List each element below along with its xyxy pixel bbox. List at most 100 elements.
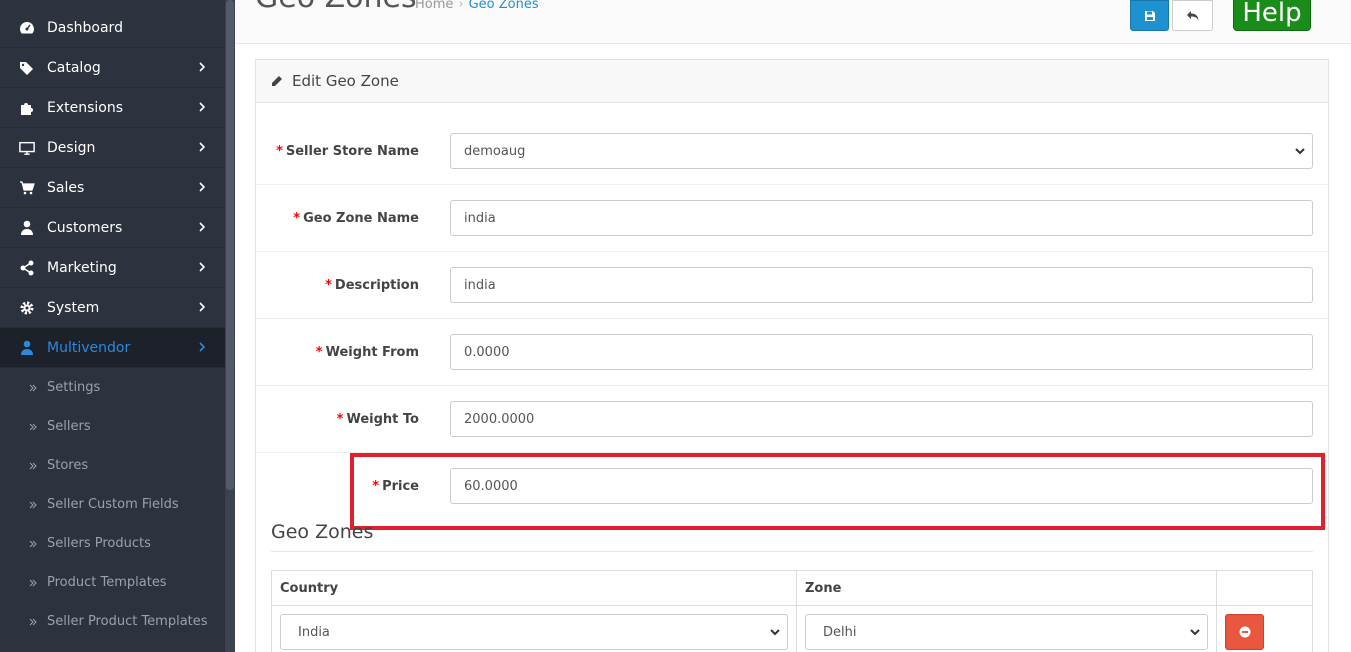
tags-icon	[19, 60, 35, 76]
field-label: Weight To	[346, 412, 419, 427]
weight-from-label: * Weight From	[316, 319, 419, 386]
double-chevron-icon	[29, 461, 37, 471]
sidebar-item-design[interactable]: Design	[0, 128, 225, 168]
back-button[interactable]	[1172, 0, 1213, 31]
remove-zone-button[interactable]	[1225, 614, 1264, 650]
sidebar-subitem-label: Settings	[47, 380, 101, 395]
column-header-zone: Zone	[797, 571, 1217, 605]
sidebar-item-sales[interactable]: Sales	[0, 168, 225, 208]
breadcrumb-geo-zones[interactable]: Geo Zones	[469, 0, 539, 12]
double-chevron-icon	[29, 578, 37, 588]
field-value: 0.0000	[464, 344, 510, 360]
help-button[interactable]: Help	[1233, 0, 1311, 31]
chevron-right-icon	[199, 142, 206, 152]
sidebar-item-label: Dashboard	[47, 19, 123, 36]
sidebar-subitem-seller-product-templates[interactable]: Seller Product Templates	[0, 602, 225, 641]
field-value: india	[464, 210, 496, 226]
required-marker: *	[276, 144, 283, 159]
description-label: * Description	[325, 252, 419, 319]
sidebar-item-label: Catalog	[47, 59, 101, 76]
table-row: India Delhi	[271, 606, 1313, 652]
cart-icon	[19, 180, 35, 196]
edit-geo-zone-panel: Edit Geo Zone * Seller Store Name demoaug…	[255, 59, 1329, 652]
sidebar-subitem-sellers-products[interactable]: Sellers Products	[0, 524, 225, 563]
required-marker: *	[336, 412, 344, 427]
sidebar-item-customers[interactable]: Customers	[0, 208, 225, 248]
chevron-down-icon	[1190, 629, 1200, 636]
sidebar-subitem-label: Product Templates	[47, 575, 167, 590]
chevron-right-icon	[199, 262, 206, 272]
sidebar-item-label: Sales	[47, 179, 85, 196]
sidebar-scrollbar-thumb[interactable]	[226, 0, 234, 490]
sidebar: Dashboard Catalog Extensions Design Sale…	[0, 0, 235, 652]
field-label: Geo Zone Name	[303, 211, 419, 226]
sidebar-item-label: Marketing	[47, 259, 117, 276]
user-icon	[19, 220, 35, 236]
required-marker: *	[315, 345, 323, 360]
chevron-right-icon	[199, 222, 206, 232]
sidebar-subitem-seller-custom-fields[interactable]: Seller Custom Fields	[0, 485, 225, 524]
description-input[interactable]: india	[450, 267, 1313, 303]
sidebar-subitem-sellers[interactable]: Sellers	[0, 407, 225, 446]
save-icon	[1144, 10, 1155, 21]
reply-icon	[1186, 10, 1198, 20]
sidebar-item-catalog[interactable]: Catalog	[0, 48, 225, 88]
user-icon	[19, 340, 35, 356]
highlight-annotation-box	[350, 453, 1325, 530]
weight-from-input[interactable]: 0.0000	[450, 334, 1313, 370]
sidebar-subitem-label: Stores	[47, 458, 89, 473]
field-label: Description	[334, 278, 419, 293]
double-chevron-icon	[29, 383, 37, 393]
form-row-weight-from: * Weight From 0.0000	[256, 319, 1328, 386]
form-row-geo-zone-name: * Geo Zone Name india	[256, 185, 1328, 252]
seller-store-name-select[interactable]: demoaug	[450, 133, 1313, 169]
sidebar-subitem-label: Seller Custom Fields	[47, 497, 179, 512]
double-chevron-icon	[29, 539, 37, 549]
weight-to-label: * Weight To	[337, 386, 419, 453]
geo-zone-name-label: * Geo Zone Name	[293, 185, 419, 252]
gear-icon	[19, 300, 35, 316]
form-row-seller-store-name: * Seller Store Name demoaug	[256, 118, 1328, 185]
save-button[interactable]	[1130, 0, 1169, 31]
breadcrumb-separator: ›	[458, 0, 464, 12]
double-chevron-icon	[29, 422, 37, 432]
geo-zone-name-input[interactable]: india	[450, 200, 1313, 236]
sidebar-menu: Dashboard Catalog Extensions Design Sale…	[0, 8, 225, 641]
sidebar-item-extensions[interactable]: Extensions	[0, 88, 225, 128]
chevron-down-icon	[770, 629, 780, 636]
form-row-description: * Description india	[256, 252, 1328, 319]
zone-value: Delhi	[823, 624, 857, 640]
section-divider	[271, 551, 1313, 552]
field-value: india	[464, 277, 496, 293]
chevron-down-icon	[199, 342, 206, 352]
chevron-right-icon	[199, 102, 206, 112]
chevron-right-icon	[199, 182, 206, 192]
field-label: Seller Store Name	[285, 144, 419, 159]
column-header-country: Country	[272, 571, 797, 605]
zone-select[interactable]: Delhi	[805, 614, 1208, 650]
geo-zones-section-title: Geo Zones	[271, 521, 374, 543]
pencil-icon	[270, 74, 284, 88]
cell-country: India	[272, 606, 797, 652]
table-header: Country Zone	[271, 570, 1313, 606]
chevron-right-icon	[199, 62, 206, 72]
sidebar-subitem-product-templates[interactable]: Product Templates	[0, 563, 225, 602]
breadcrumb: Home › Geo Zones	[415, 0, 539, 12]
breadcrumb-home[interactable]: Home	[415, 0, 453, 12]
sidebar-item-label: System	[47, 299, 100, 316]
sidebar-item-label: Extensions	[47, 99, 124, 116]
sidebar-item-multivendor[interactable]: Multivendor	[0, 328, 225, 368]
chevron-down-icon	[1295, 148, 1305, 155]
sidebar-item-marketing[interactable]: Marketing	[0, 248, 225, 288]
sidebar-subitem-settings[interactable]: Settings	[0, 368, 225, 407]
sidebar-item-dashboard[interactable]: Dashboard	[0, 8, 225, 48]
page-title: Geo Zones	[255, 0, 417, 15]
weight-to-input[interactable]: 2000.0000	[450, 401, 1313, 437]
column-header-action	[1217, 571, 1312, 605]
sidebar-item-system[interactable]: System	[0, 288, 225, 328]
sidebar-subitem-stores[interactable]: Stores	[0, 446, 225, 485]
panel-title: Edit Geo Zone	[292, 72, 399, 90]
sidebar-item-label: Design	[47, 139, 96, 156]
country-select[interactable]: India	[280, 614, 788, 650]
puzzle-icon	[19, 100, 35, 116]
